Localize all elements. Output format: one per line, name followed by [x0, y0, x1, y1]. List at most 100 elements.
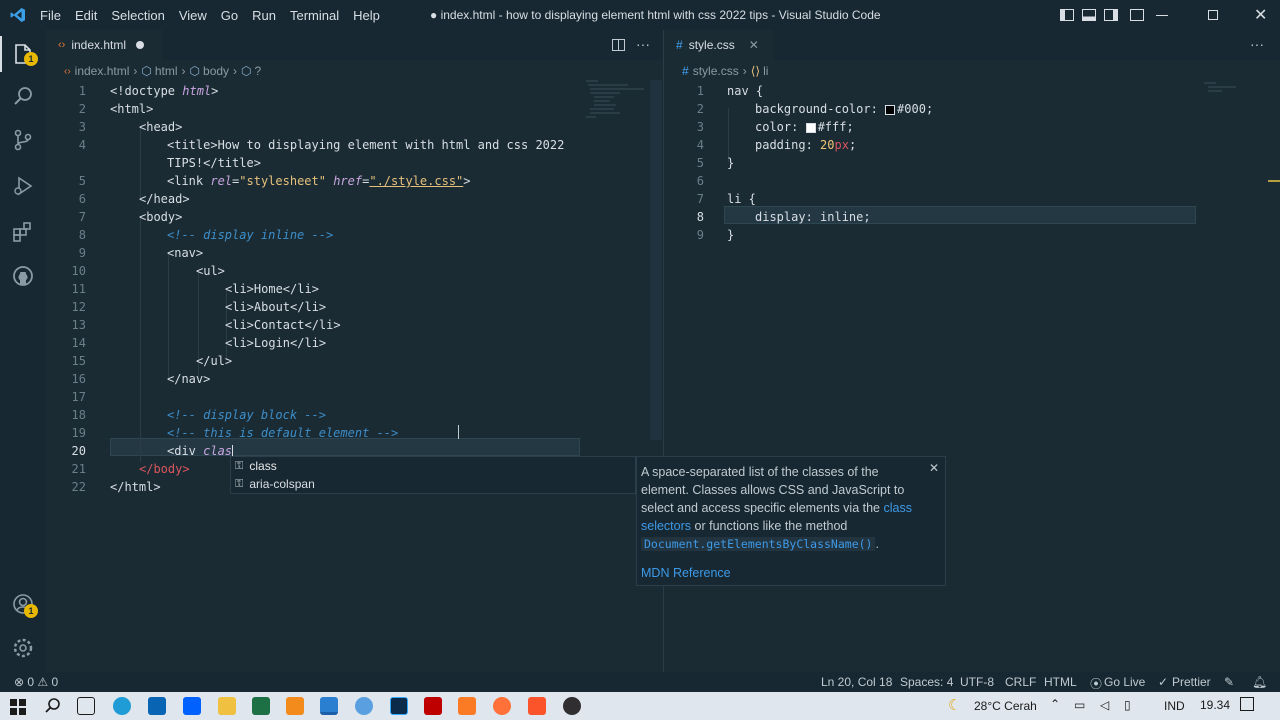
go-live-button[interactable]: Go Live	[1104, 675, 1145, 689]
indentation[interactable]: Spaces: 4	[900, 675, 953, 689]
close-icon[interactable]: ✕	[929, 461, 939, 475]
source-control-icon[interactable]	[11, 128, 35, 152]
weather-status[interactable]: 28°C Cerah	[974, 699, 1037, 713]
tab-index-html[interactable]: ‹› index.html	[46, 30, 162, 60]
split-editor-icon[interactable]	[612, 39, 625, 51]
breadcrumb-item[interactable]: ?	[255, 64, 262, 78]
problems-indicator[interactable]: ⊗ 0 ⚠ 0	[14, 675, 58, 689]
toggle-sidebar-icon[interactable]	[1060, 9, 1074, 21]
breadcrumb-item[interactable]: body	[203, 64, 229, 78]
language-mode[interactable]: HTML	[1044, 675, 1077, 689]
xampp-icon[interactable]	[458, 697, 476, 715]
menu-help[interactable]: Help	[353, 8, 380, 23]
more-actions-icon[interactable]: ···	[636, 36, 650, 52]
chevron-right-icon: ›	[233, 64, 238, 78]
menu-selection[interactable]: Selection	[111, 8, 164, 23]
line-number: 18	[71, 408, 86, 422]
prettier-status[interactable]: Prettier	[1172, 675, 1211, 689]
suggest-item[interactable]: ⚿ aria-colspan	[231, 475, 635, 493]
line-number: 12	[71, 300, 86, 314]
code-link[interactable]: "./style.css"	[369, 174, 463, 188]
vscode-taskbar-icon[interactable]	[320, 697, 338, 715]
color-swatch-white[interactable]	[805, 122, 816, 133]
breadcrumb-item[interactable]: li	[763, 64, 768, 78]
code-token: #000	[897, 102, 926, 116]
menu-run[interactable]: Run	[252, 8, 276, 23]
color-swatch-black[interactable]	[885, 104, 896, 115]
notifications-bell-icon[interactable]: 🔔︎	[1252, 675, 1267, 689]
firefox-icon[interactable]	[493, 697, 511, 715]
explorer-badge: 1	[24, 52, 38, 66]
dropbox-icon[interactable]	[183, 697, 201, 715]
task-view-icon[interactable]	[77, 697, 95, 715]
more-actions-icon[interactable]: ···	[1250, 36, 1264, 52]
spreadsheet-app-icon[interactable]	[252, 697, 270, 715]
css-code-area[interactable]: 1 nav { 2 background-color: #000; 3 color: …	[664, 80, 1204, 280]
battery-icon[interactable]: ▯	[1124, 698, 1131, 712]
status-bar: ⊗ 0 ⚠ 0 Ln 20, Col 18 Spaces: 4 UTF-8 CR…	[0, 672, 1280, 692]
photoshop-icon[interactable]	[390, 697, 408, 715]
mdn-reference-link[interactable]: MDN Reference	[641, 566, 731, 580]
file-explorer-icon[interactable]	[218, 697, 236, 715]
run-debug-icon[interactable]	[11, 174, 35, 198]
close-window-icon[interactable]: ✕	[1254, 5, 1267, 25]
brave-browser-icon[interactable]	[528, 697, 546, 715]
code-line: }	[727, 156, 735, 170]
sublime-text-icon[interactable]	[286, 697, 304, 715]
input-language[interactable]: IND	[1164, 699, 1185, 713]
menu-go[interactable]: Go	[221, 8, 238, 23]
code-token: #fff	[817, 120, 847, 134]
customize-layout-icon[interactable]	[1130, 9, 1144, 21]
code-line: </head>	[139, 192, 190, 206]
minimap[interactable]	[586, 80, 652, 140]
breadcrumb-item[interactable]: html	[155, 64, 178, 78]
feedback-icon[interactable]: ✎	[1224, 675, 1234, 689]
obs-studio-icon[interactable]	[563, 697, 581, 715]
search-icon[interactable]	[11, 84, 35, 108]
code-line: nav {	[727, 84, 764, 98]
volume-icon[interactable]: ◁	[1100, 698, 1109, 712]
code-token: color:	[755, 120, 806, 134]
breadcrumb-item[interactable]: index.html	[75, 64, 130, 78]
unsaved-dot-icon[interactable]	[136, 41, 145, 49]
menu-terminal[interactable]: Terminal	[290, 8, 339, 23]
mail-icon[interactable]	[148, 697, 166, 715]
suggest-item[interactable]: ⚿ class	[231, 457, 635, 475]
notification-center-icon[interactable]	[1240, 697, 1254, 711]
tab-label: style.css	[688, 38, 735, 52]
toggle-panel-icon[interactable]	[1082, 9, 1096, 21]
vertical-scrollbar[interactable]	[650, 80, 662, 440]
restore-icon[interactable]	[1208, 10, 1218, 20]
settings-gear-icon[interactable]	[11, 636, 35, 660]
line-endings[interactable]: CRLF	[1005, 675, 1036, 689]
windows-start-icon[interactable]	[10, 699, 26, 715]
search-icon[interactable]	[44, 697, 62, 715]
code-line: background-color: #000;	[755, 100, 933, 118]
network-icon[interactable]: ▭	[1074, 698, 1085, 712]
extensions-icon[interactable]	[11, 220, 35, 244]
encoding[interactable]: UTF-8	[960, 675, 994, 689]
filezilla-icon[interactable]	[424, 697, 442, 715]
menu-edit[interactable]: Edit	[75, 8, 97, 23]
code-token: clas	[203, 444, 233, 458]
clock[interactable]: 19.34	[1200, 698, 1230, 712]
minimize-icon[interactable]	[1156, 14, 1168, 16]
toggle-secondary-sidebar-icon[interactable]	[1104, 9, 1118, 21]
menu-file[interactable]: File	[40, 8, 61, 23]
suggest-label: class	[249, 459, 277, 473]
github-icon[interactable]	[11, 264, 35, 288]
minimap[interactable]	[1204, 80, 1264, 100]
menu-view[interactable]: View	[179, 8, 207, 23]
html-code-area[interactable]: 1 <!doctype html> 2 <html> 3 <head> 4 <title…	[46, 80, 626, 640]
code-token: html	[182, 84, 212, 98]
line-number: 6	[78, 192, 86, 206]
sourcetree-icon[interactable]	[355, 697, 373, 715]
chevron-right-icon: ›	[181, 64, 186, 78]
breadcrumb-item[interactable]: style.css	[693, 64, 739, 78]
tab-style-css[interactable]: # style.css ✕	[664, 30, 774, 60]
edge-browser-icon[interactable]	[113, 697, 131, 715]
line-number: 9	[696, 228, 704, 242]
chevron-up-icon[interactable]: ⌃	[1050, 697, 1060, 711]
cursor-position[interactable]: Ln 20, Col 18	[821, 675, 892, 689]
close-tab-icon[interactable]: ✕	[749, 38, 759, 52]
